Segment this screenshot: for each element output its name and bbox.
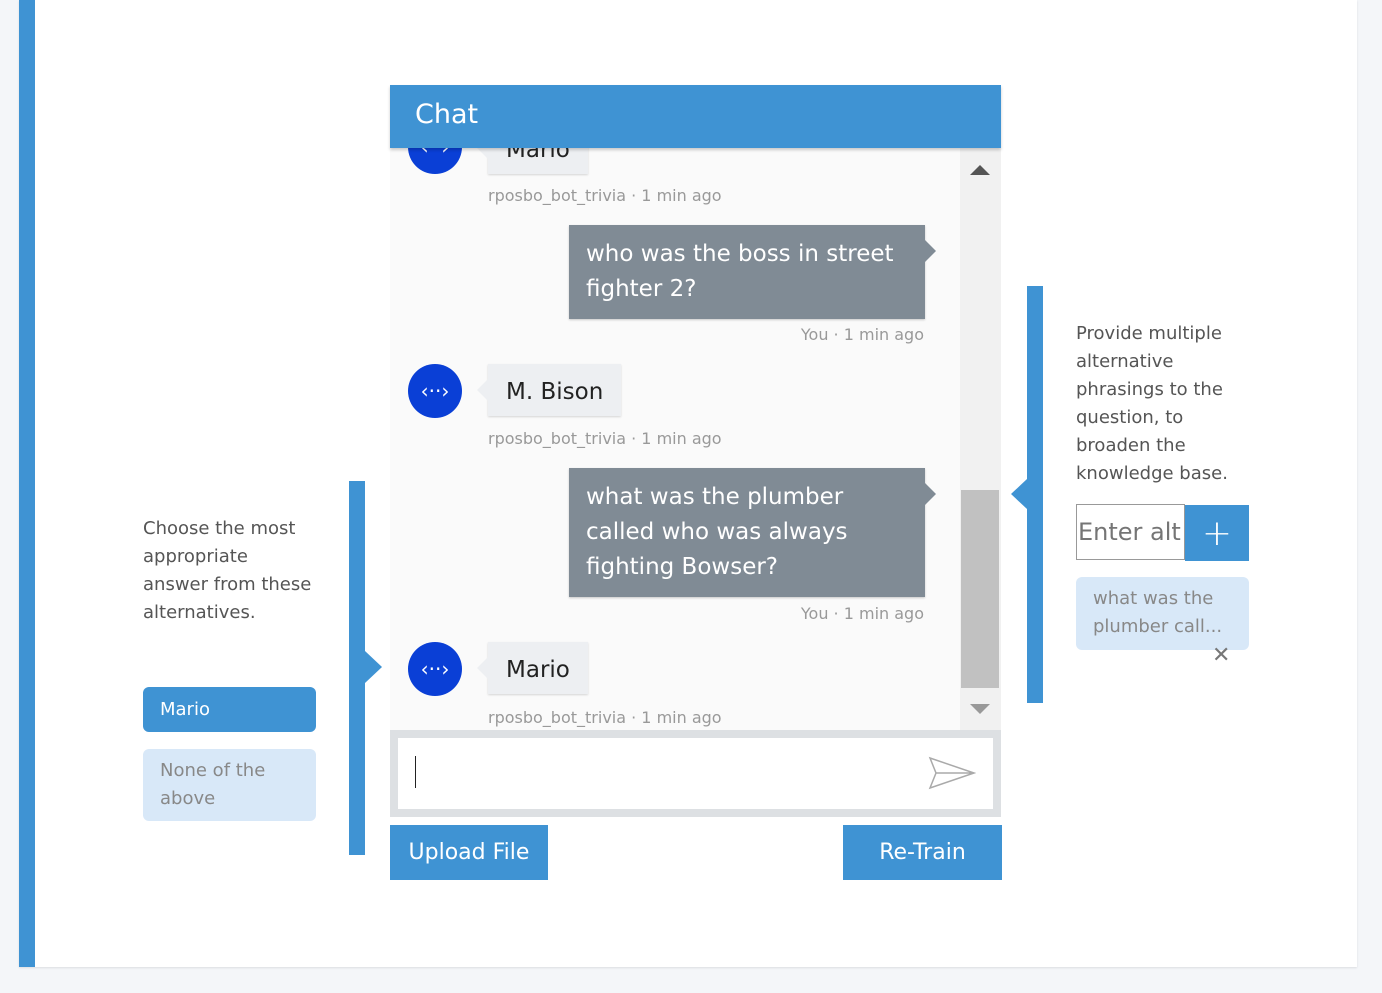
bot-avatar: ‹··›: [408, 364, 462, 418]
alternatives-instruction: Provide multiple alternative phrasings t…: [1076, 323, 1228, 484]
chat-message-input[interactable]: [398, 738, 993, 809]
retrain-button[interactable]: Re-Train: [843, 825, 1002, 880]
bot-message: M. Bison: [476, 364, 622, 416]
bot-icon: ‹··›: [420, 379, 450, 403]
scroll-up-icon[interactable]: [970, 165, 990, 175]
bot-message: Mario: [477, 642, 588, 694]
right-panel-divider: [1027, 286, 1043, 703]
arrow-right-icon: [365, 651, 382, 683]
text-cursor: [415, 756, 416, 788]
chat-input-area: [390, 730, 1001, 817]
scrollbar-thumb[interactable]: [961, 490, 999, 688]
left-accent-bar: [19, 0, 35, 967]
send-icon[interactable]: [928, 756, 976, 790]
message-meta: rposbo_bot_trivia · 1 min ago: [488, 186, 722, 205]
scrollbar[interactable]: [960, 148, 1001, 730]
plus-icon: +: [1201, 512, 1233, 554]
remove-alternative-close-icon[interactable]: ✕: [1212, 643, 1230, 668]
chat-header: Chat: [390, 85, 1001, 148]
bot-avatar: ‹··›: [408, 642, 462, 696]
left-panel-divider: [349, 481, 365, 855]
upload-file-button[interactable]: Upload File: [390, 825, 548, 880]
choose-instruction: Choose the most appropriate answer from …: [143, 518, 312, 623]
message-meta: You · 1 min ago: [800, 325, 924, 344]
arrow-left-icon: [1011, 479, 1027, 509]
choice-none-of-the-above[interactable]: None of the above: [143, 749, 316, 821]
message-meta: rposbo_bot_trivia · 1 min ago: [488, 429, 722, 448]
alternative-chip: what was the plumber call...: [1076, 577, 1249, 650]
chat-history: ‹··› Mario rposbo_bot_trivia · 1 min ago…: [390, 85, 1001, 730]
message-meta: rposbo_bot_trivia · 1 min ago: [488, 708, 722, 727]
bot-icon: ‹··›: [420, 657, 450, 681]
alternative-phrasing-input[interactable]: [1076, 504, 1185, 560]
user-message: what was the plumber called who was alwa…: [569, 468, 936, 597]
scroll-down-icon[interactable]: [970, 704, 990, 714]
user-message: who was the boss in street fighter 2?: [569, 225, 936, 319]
add-alternative-button[interactable]: +: [1185, 505, 1249, 561]
choice-mario[interactable]: Mario: [143, 687, 316, 732]
message-meta: You · 1 min ago: [800, 604, 924, 623]
